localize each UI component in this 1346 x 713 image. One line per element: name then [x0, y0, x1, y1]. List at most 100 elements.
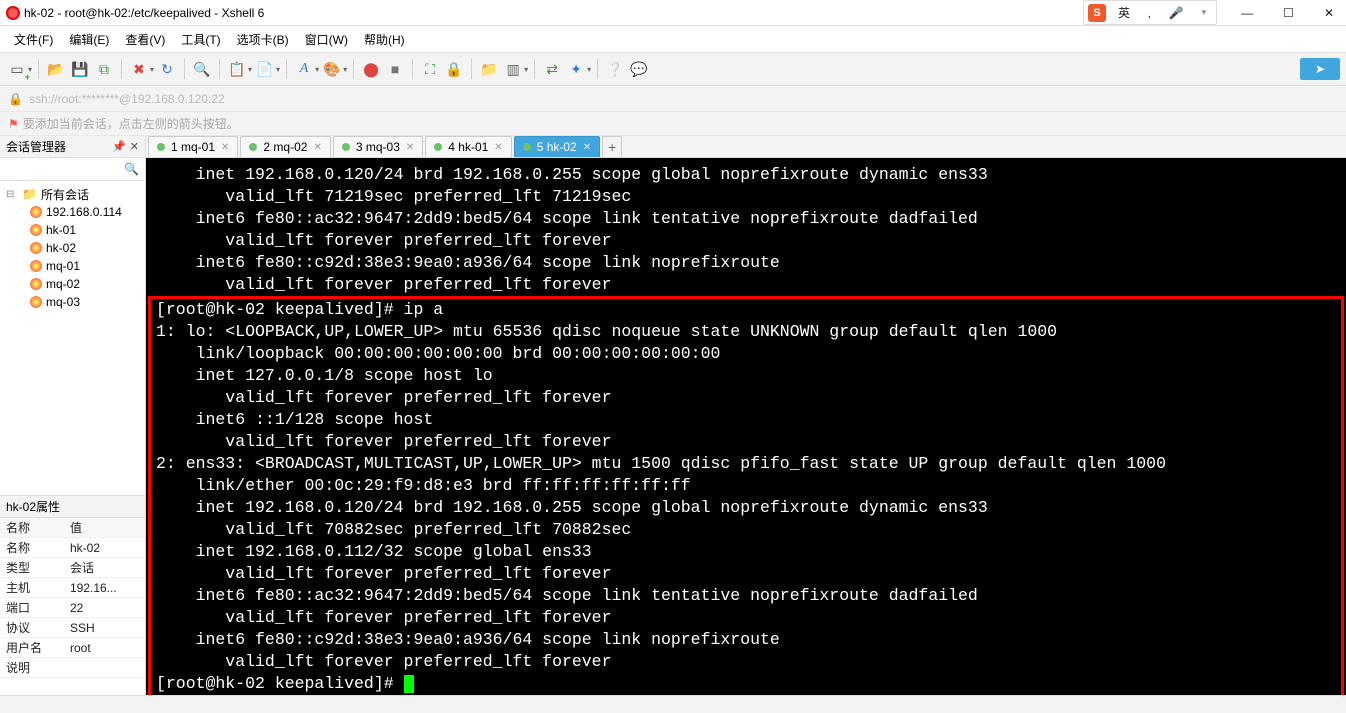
ime-label: 英	[1112, 2, 1136, 23]
properties-icon[interactable]: ⧉	[93, 58, 115, 80]
separator	[219, 59, 220, 79]
search-icon[interactable]: 🔍	[124, 162, 139, 176]
pin-icon[interactable]: 📌	[112, 140, 126, 153]
close-button[interactable]: ✕	[1318, 4, 1340, 22]
tab-5[interactable]: 5 hk-02✕	[514, 136, 600, 157]
tab-close-icon[interactable]: ✕	[406, 142, 414, 153]
session-item[interactable]: hk-02	[2, 239, 143, 257]
tree-root[interactable]: ⊟ 📁 所有会话	[2, 185, 143, 203]
properties-grid: 名称hk-02类型会话主机192.16...端口22协议SSH用户名root说明	[0, 538, 145, 695]
save-icon[interactable]: 💾	[69, 58, 91, 80]
lock-session-icon[interactable]: 🔒	[443, 58, 465, 80]
fullscreen-icon[interactable]: ⛶	[419, 58, 441, 80]
menu-tabs[interactable]: 选项卡(B)	[229, 27, 297, 52]
tab-close-icon[interactable]: ✕	[583, 142, 591, 153]
mic-icon: 🎤	[1163, 4, 1190, 22]
open-icon[interactable]: 📂	[45, 58, 67, 80]
maximize-button[interactable]: ☐	[1277, 4, 1300, 22]
menu-help[interactable]: 帮助(H)	[356, 27, 413, 52]
separator	[121, 59, 122, 79]
session-item[interactable]: mq-01	[2, 257, 143, 275]
dropdown-icon[interactable]: ▾	[150, 65, 154, 74]
minimize-button[interactable]: —	[1235, 4, 1259, 22]
dropdown-icon[interactable]: ▾	[315, 65, 319, 74]
menu-window[interactable]: 窗口(W)	[297, 27, 356, 52]
folder-icon: 📁	[22, 187, 37, 201]
property-key: 协议	[0, 619, 70, 636]
tab-1[interactable]: 1 mq-01 ✕	[148, 136, 238, 157]
session-item[interactable]: mq-03	[2, 293, 143, 311]
property-value: 192.16...	[70, 581, 145, 595]
session-label: mq-01	[46, 259, 80, 273]
ime-indicator[interactable]: S 英 ‚ 🎤 ▾	[1083, 0, 1217, 25]
tab-close-icon[interactable]: ✕	[313, 142, 321, 153]
record-icon[interactable]: ⬤	[360, 58, 382, 80]
menu-edit[interactable]: 编辑(E)	[61, 27, 117, 52]
property-row: 名称hk-02	[0, 538, 145, 558]
paste-icon[interactable]: 📄	[254, 58, 276, 80]
separator	[412, 59, 413, 79]
collapse-icon[interactable]: ⊟	[6, 189, 18, 200]
properties-header: hk-02属性	[0, 496, 145, 518]
session-icon	[30, 224, 42, 236]
col-name[interactable]: 名称	[0, 519, 70, 536]
tab-add-button[interactable]: +	[602, 136, 622, 157]
status-dot-icon	[342, 143, 350, 151]
panel-close-icon[interactable]: ✕	[130, 140, 139, 153]
help-toolbar-icon[interactable]: ❔	[604, 58, 626, 80]
col-value[interactable]: 值	[70, 519, 145, 536]
property-key: 名称	[0, 539, 70, 556]
disconnect-icon[interactable]: ✖	[128, 58, 150, 80]
folder-icon[interactable]: 📁	[478, 58, 500, 80]
session-search: 🔍	[0, 158, 145, 181]
session-item[interactable]: hk-01	[2, 221, 143, 239]
menu-file[interactable]: 文件(F)	[6, 27, 61, 52]
new-transfer-icon[interactable]: ✦	[565, 58, 587, 80]
dropdown-icon[interactable]: ▾	[248, 65, 252, 74]
tab-close-icon[interactable]: ✕	[494, 142, 502, 153]
copy-icon[interactable]: 📋	[226, 58, 248, 80]
status-bar	[0, 695, 1346, 713]
property-row: 类型会话	[0, 558, 145, 578]
color-icon[interactable]: 🎨	[321, 58, 343, 80]
menu-tools[interactable]: 工具(T)	[173, 27, 228, 52]
dropdown-icon[interactable]: ▾	[343, 65, 347, 74]
xftp-icon[interactable]: ⇄	[541, 58, 563, 80]
stop-icon[interactable]: ■	[384, 58, 406, 80]
session-label: 192.168.0.114	[46, 205, 122, 219]
terminal-mode-icon[interactable]: ▥	[502, 58, 524, 80]
tip-text: 要添加当前会话，点击左侧的箭头按钮。	[23, 115, 239, 132]
ime-brand-icon: S	[1088, 4, 1106, 22]
font-icon[interactable]: A	[293, 58, 315, 80]
chat-icon[interactable]: 💬	[628, 58, 650, 80]
tab-4[interactable]: 4 hk-01✕	[425, 136, 511, 157]
tab-label: 1 mq-01	[171, 140, 215, 154]
dropdown-icon[interactable]: ▾	[587, 65, 591, 74]
window-title: hk-02 - root@hk-02:/etc/keepalived - Xsh…	[24, 6, 264, 20]
session-item[interactable]: mq-02	[2, 275, 143, 293]
properties-panel: hk-02属性 名称 值 名称hk-02类型会话主机192.16...端口22协…	[0, 495, 145, 695]
dropdown-icon[interactable]: ▾	[276, 65, 280, 74]
window-controls: S 英 ‚ 🎤 ▾ — ☐ ✕	[1083, 0, 1340, 25]
send-button[interactable]: ➤	[1300, 58, 1340, 80]
separator	[471, 59, 472, 79]
session-tree[interactable]: ⊟ 📁 所有会话 192.168.0.114 hk-01hk-02 mq-01 mq-…	[0, 181, 145, 495]
property-row: 说明	[0, 658, 145, 678]
ime-extra: ‚	[1142, 4, 1157, 22]
property-key: 端口	[0, 599, 70, 616]
terminal-scrollback: inet 192.168.0.120/24 brd 192.168.0.255 …	[156, 164, 1336, 296]
new-session-icon[interactable]: ▭	[6, 58, 28, 80]
tab-3[interactable]: 3 mq-03✕	[333, 136, 423, 157]
address-text[interactable]: ssh://root:********@192.168.0.120:22	[29, 92, 225, 106]
tab-close-icon[interactable]: ✕	[221, 142, 229, 153]
menu-view[interactable]: 查看(V)	[117, 27, 173, 52]
search-icon[interactable]: 🔍	[191, 58, 213, 80]
body-area: 会话管理器 📌 ✕ 🔍 ⊟ 📁 所有会话 192.168.0.114hk-01h…	[0, 136, 1346, 695]
tab-2[interactable]: 2 mq-02✕	[240, 136, 330, 157]
dropdown-icon[interactable]: ▾	[524, 65, 528, 74]
separator	[534, 59, 535, 79]
status-dot-icon	[249, 143, 257, 151]
session-item[interactable]: 192.168.0.114	[2, 203, 143, 221]
reconnect-icon[interactable]: ↻	[156, 58, 178, 80]
terminal[interactable]: inet 192.168.0.120/24 brd 192.168.0.255 …	[146, 158, 1346, 695]
